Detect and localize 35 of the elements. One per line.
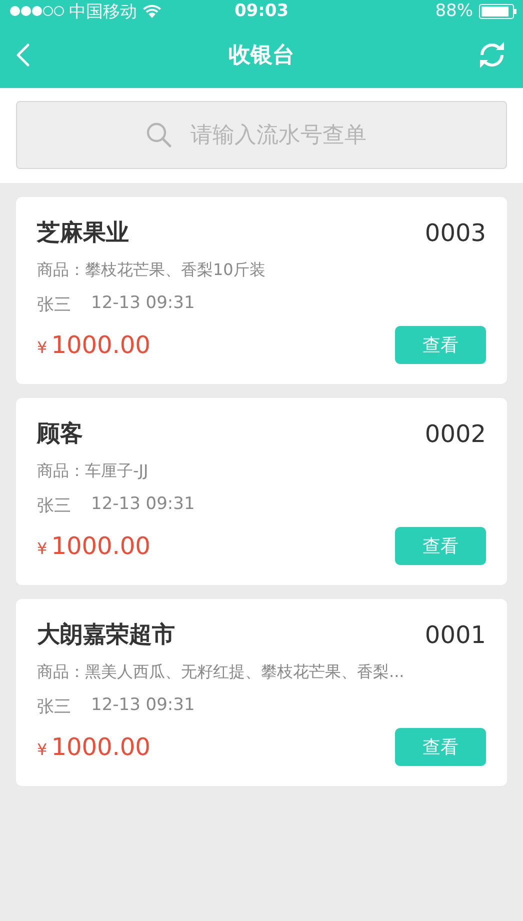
wifi-icon <box>142 4 162 18</box>
operator-name: 张三 <box>37 495 71 517</box>
order-time: 12-13 09:31 <box>91 293 195 315</box>
view-button[interactable]: 查看 <box>395 728 486 766</box>
operator-name: 张三 <box>37 696 71 718</box>
search-icon <box>146 122 172 148</box>
carrier-name: 中国移动 <box>69 0 137 22</box>
customer-name: 顾客 <box>37 420 83 449</box>
order-time: 12-13 09:31 <box>91 695 195 717</box>
currency-symbol: ¥ <box>37 740 48 759</box>
order-number: 0003 <box>424 218 486 246</box>
view-button[interactable]: 查看 <box>395 527 486 565</box>
battery-percentage: 88% <box>435 1 473 21</box>
refresh-button[interactable] <box>477 42 507 68</box>
operator-name: 张三 <box>37 294 71 316</box>
signal-strength-icon <box>9 5 64 17</box>
customer-name: 芝麻果业 <box>37 219 129 248</box>
battery-icon <box>479 4 517 18</box>
currency-symbol: ¥ <box>37 539 48 558</box>
order-time: 12-13 09:31 <box>91 494 195 516</box>
search-field[interactable]: 请输入流水号查单 <box>16 101 507 169</box>
goods-list: 商品：黑美人西瓜、无籽红提、攀枝花芒果、香梨... <box>37 662 486 683</box>
goods-list: 商品：车厘子-JJ <box>37 461 486 482</box>
page-title: 收银台 <box>228 42 294 70</box>
order-amount: 1000.00 <box>51 331 150 359</box>
back-button[interactable] <box>16 43 30 67</box>
order-amount: 1000.00 <box>51 532 150 560</box>
order-number: 0001 <box>424 620 486 648</box>
customer-name: 大朗嘉荣超市 <box>37 621 175 650</box>
clock-time: 09:03 <box>234 1 289 21</box>
order-amount: 1000.00 <box>51 733 150 761</box>
goods-list: 商品：攀枝花芒果、香梨10斤装 <box>37 260 486 281</box>
order-number: 0002 <box>424 420 486 448</box>
view-button[interactable]: 查看 <box>395 326 486 364</box>
currency-symbol: ¥ <box>37 338 48 357</box>
